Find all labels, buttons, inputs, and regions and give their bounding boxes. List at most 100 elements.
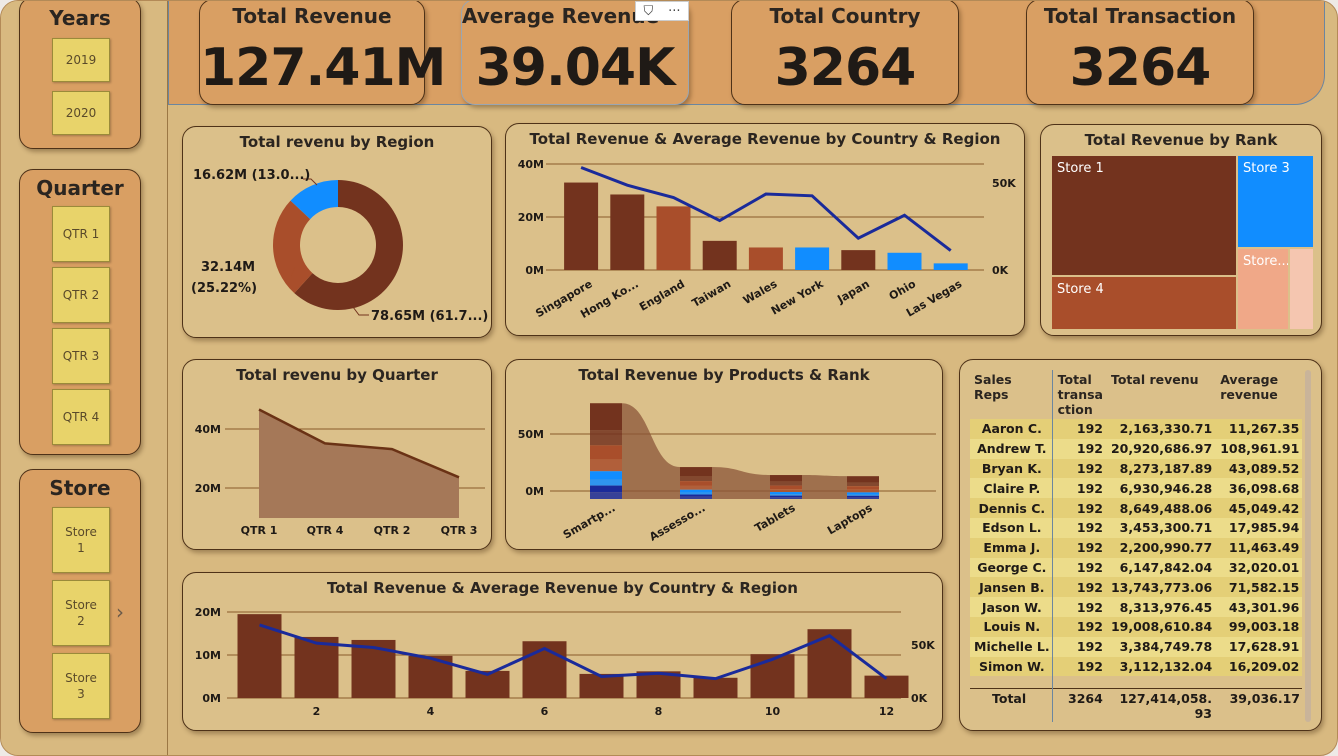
product-bar-segment[interactable] [847,495,879,498]
product-bar-segment[interactable] [847,494,879,496]
quarter-qtr4-button[interactable]: QTR 4 [52,389,110,445]
product-bar-segment[interactable] [590,403,622,431]
table-scrollbar[interactable] [1305,370,1311,722]
tile-label: Store 3 [1243,161,1290,176]
column-header[interactable]: Sales Reps [970,370,1054,419]
product-bar-segment[interactable] [770,495,802,498]
table-column-divider [1052,370,1053,722]
product-bar-segment[interactable] [847,497,879,499]
revenue-bar[interactable] [294,636,339,698]
product-bar-segment[interactable] [590,430,622,446]
filter-icon[interactable]: ⛉ [643,4,653,19]
quarter-qtr1-button[interactable]: QTR 1 [52,206,110,262]
transactions-cell: 192 [1053,478,1107,499]
x-tick: Tablets [753,501,798,535]
product-bar-segment[interactable] [770,485,802,490]
table-row[interactable]: Jansen B. 192 13,743,773.06 71,582.15 [970,577,1302,598]
column-header[interactable]: Total transa ction [1053,370,1107,419]
revenue-cell: 8,649,488.06 [1106,498,1217,518]
table-row[interactable]: Edson L. 192 3,453,300.71 17,985.94 [970,517,1302,538]
more-options-icon[interactable]: ··· [668,4,680,19]
product-bar-segment[interactable] [770,475,802,482]
product-bar-segment[interactable] [770,481,802,486]
revenue-bar[interactable] [702,240,737,270]
product-bar-segment[interactable] [770,489,802,493]
product-bar-segment[interactable] [680,485,712,490]
table-row[interactable]: George C. 192 6,147,842.04 32,020.01 [970,557,1302,578]
revenue-bar[interactable] [807,629,852,698]
table-row[interactable]: Jason W. 192 8,313,976.45 43,301.96 [970,597,1302,617]
product-bar-segment[interactable] [680,496,712,499]
year-2020-button[interactable]: 2020 [52,91,110,135]
chevron-right-icon[interactable]: › [116,600,124,624]
revenue-bar[interactable] [748,247,783,270]
revenue-bar[interactable] [933,263,968,270]
product-bar-segment[interactable] [847,486,879,490]
product-bar-segment[interactable] [590,459,622,472]
store-1-button[interactable]: Store 1 [52,507,110,573]
treemap-tile-store-3[interactable]: Store 3 [1238,156,1313,247]
x-tick: New York [769,277,826,318]
product-bar-segment[interactable] [847,492,879,495]
product-bar-segment[interactable] [590,479,622,486]
average-cell: 45,049.42 [1216,498,1302,518]
table-row[interactable]: Simon W. 192 3,112,132.04 16,209.02 [970,656,1302,677]
table-row[interactable]: Claire P. 192 6,930,946.28 36,098.68 [970,478,1302,499]
revenue-bar[interactable] [864,675,909,698]
table-row[interactable]: Aaron C. 192 2,163,330.71 11,267.35 [970,419,1302,439]
revenue-bar[interactable] [841,250,876,270]
product-bar-segment[interactable] [590,492,622,499]
treemap-tile-store-4[interactable]: Store 4 [1052,277,1236,329]
kpi-label: Total Country [769,4,921,28]
x-tick: 4 [427,705,435,718]
revenue-bar[interactable] [795,247,830,270]
products-ribbon-svg: 50M 0M Smartp... Assesso... Tablets Laptops [518,403,936,544]
table-row[interactable]: Dennis C. 192 8,649,488.06 45,049.42 [970,498,1302,518]
product-bar-segment[interactable] [680,489,712,493]
table-row[interactable]: Louis N. 192 19,008,610.84 99,003.18 [970,616,1302,637]
store-slicer: Store Store 1 Store 2 Store 3 › [19,469,141,733]
product-bar-segment[interactable] [590,471,622,480]
column-header[interactable]: Average revenue [1216,370,1302,419]
transactions-cell: 192 [1053,597,1107,617]
year-2019-button[interactable]: 2019 [52,38,110,82]
ribbon [802,475,847,499]
revenue-bar[interactable] [564,182,599,270]
product-bar-segment[interactable] [590,485,622,493]
product-bar-segment[interactable] [590,445,622,460]
product-bar-segment[interactable] [847,476,879,483]
table-row[interactable]: Bryan K. 192 8,273,187.89 43,089.52 [970,458,1302,479]
product-bar-segment[interactable] [770,497,802,499]
product-bar-segment[interactable] [680,481,712,486]
table-row[interactable]: Emma J. 192 2,200,990.77 11,463.49 [970,537,1302,558]
product-bar-segment[interactable] [847,482,879,487]
product-bar-segment[interactable] [680,476,712,482]
table-row[interactable]: Andrew T. 192 20,920,686.97 108,961.91 [970,438,1302,459]
table-row[interactable]: Michelle L. 192 3,384,749.78 17,628.91 [970,636,1302,657]
quarter-qtr2-button[interactable]: QTR 2 [52,267,110,323]
revenue-bar[interactable] [610,194,645,270]
transactions-cell: 192 [1053,636,1107,657]
revenue-bar[interactable] [693,677,738,698]
product-bar-segment[interactable] [770,492,802,495]
product-bar-segment[interactable] [680,467,712,477]
month-combo-card: Total Revenue & Average Revenue by Count… [182,572,943,731]
product-bar-segment[interactable] [680,492,712,495]
x-tick: Taiwan [690,277,733,310]
product-bar-segment[interactable] [680,494,712,497]
product-bar-segment[interactable] [847,489,879,493]
revenue-bar[interactable] [887,252,922,270]
store-2-button[interactable]: Store 2 [52,580,110,646]
revenue-bar[interactable] [656,206,691,270]
quarter-qtr3-button[interactable]: QTR 3 [52,328,110,384]
treemap-tile-store-1[interactable]: Store 1 [1052,156,1236,275]
store-3-button[interactable]: Store 3 [52,653,110,719]
column-header[interactable]: Total revenu [1106,370,1217,419]
region-donut-card: Total revenu by Region 16.62M (13.0...) … [182,126,492,338]
product-bar-segment[interactable] [770,494,802,496]
treemap-tile-store-2[interactable]: Store... [1238,249,1288,329]
rep-name-cell: George C. [970,557,1054,578]
kpi-label: Total Revenue [232,4,392,28]
treemap-tile-other[interactable] [1290,249,1313,329]
revenue-bar[interactable] [237,614,282,698]
